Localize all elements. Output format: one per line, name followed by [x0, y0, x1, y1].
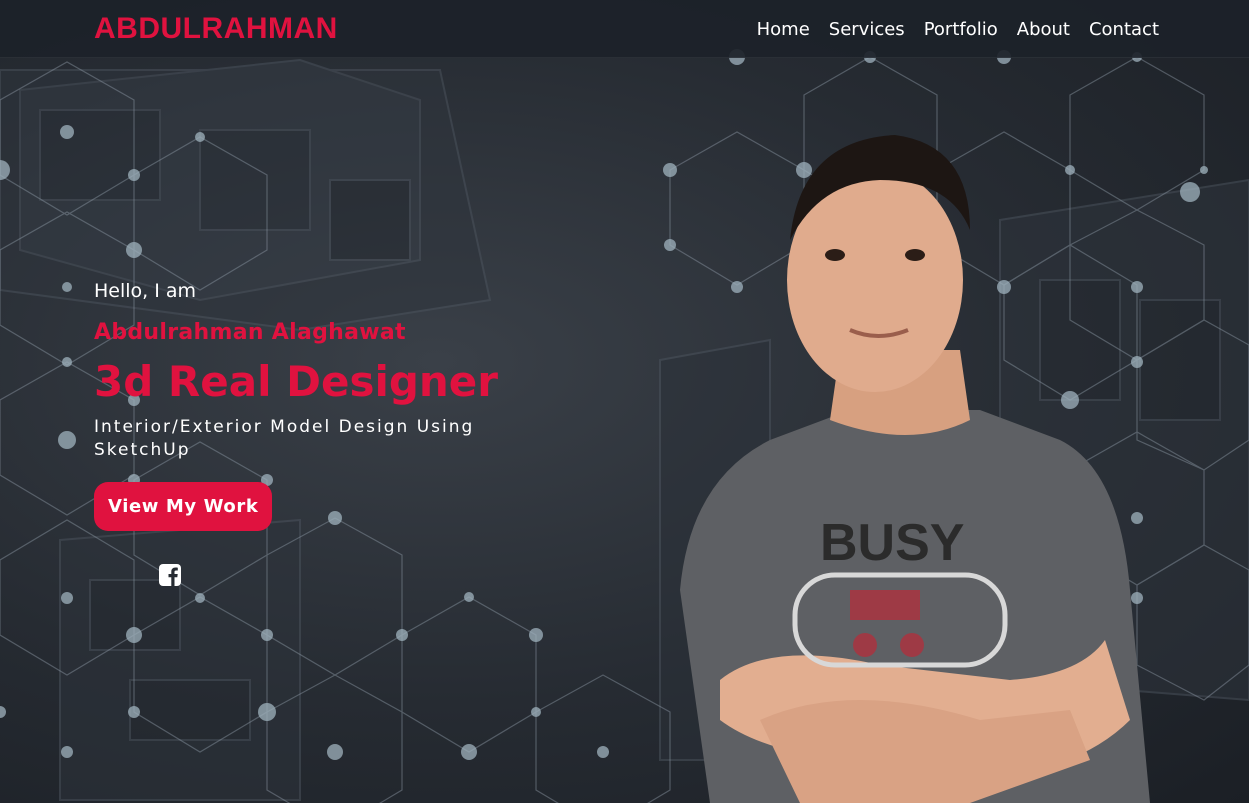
portrait-image: BUSY	[680, 135, 1150, 803]
hero-intro: Hello, I am Abdulrahman Alaghawat 3d Rea…	[94, 280, 498, 531]
nav-links: Home Services Portfolio About Contact	[757, 19, 1159, 40]
nav-link-contact[interactable]: Contact	[1089, 19, 1159, 40]
role-title: 3d Real Designer	[94, 357, 499, 406]
brand-logo[interactable]: ABDULRAHMAN	[94, 12, 338, 46]
greeting-text: Hello, I am	[94, 280, 197, 302]
nav-link-home[interactable]: Home	[757, 19, 810, 40]
view-my-work-button[interactable]: View My Work	[94, 482, 273, 531]
nav-link-portfolio[interactable]: Portfolio	[924, 19, 998, 40]
top-navbar: ABDULRAHMAN Home Services Portfolio Abou…	[0, 0, 1249, 58]
tagline-text: Interior/Exterior Model Design Using Ske…	[94, 417, 475, 460]
facebook-icon[interactable]	[158, 563, 182, 587]
person-name: Abdulrahman Alaghawat	[94, 320, 406, 345]
nav-link-services[interactable]: Services	[829, 19, 905, 40]
shirt-print-text: BUSY	[820, 514, 964, 572]
nav-link-about[interactable]: About	[1017, 19, 1070, 40]
